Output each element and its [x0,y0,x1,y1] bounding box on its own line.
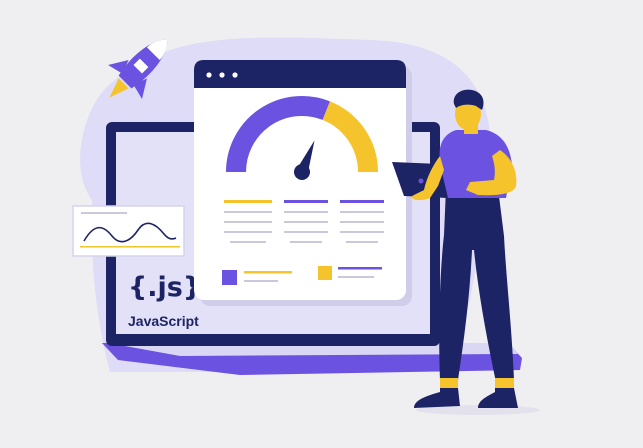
window-titlebar [194,60,406,88]
chart-axis [80,246,180,248]
window-dot [232,72,238,78]
legend-swatch-yellow [318,266,332,280]
window-dot [219,72,225,78]
javascript-logo: {.js} JavaScript [128,272,202,329]
person-sock-right [495,378,514,388]
illustration-svg: {.js} JavaScript [72,37,540,415]
window-body [194,60,406,300]
line-chart-card [72,205,185,257]
dashboard-window [194,60,412,306]
person-sock-left [440,378,458,388]
person-shoe-right [478,388,518,408]
illustration-scene: {.js} JavaScript [0,0,643,448]
legend-swatch-purple [222,270,237,285]
window-dot [206,72,212,78]
chart-title-line [81,212,127,214]
laptop-small-logo [418,178,424,184]
gauge-hub [294,164,310,180]
js-logo-mark: {.js} [128,272,202,303]
person-shoe-left [414,388,460,408]
js-logo-caption: JavaScript [128,313,199,329]
